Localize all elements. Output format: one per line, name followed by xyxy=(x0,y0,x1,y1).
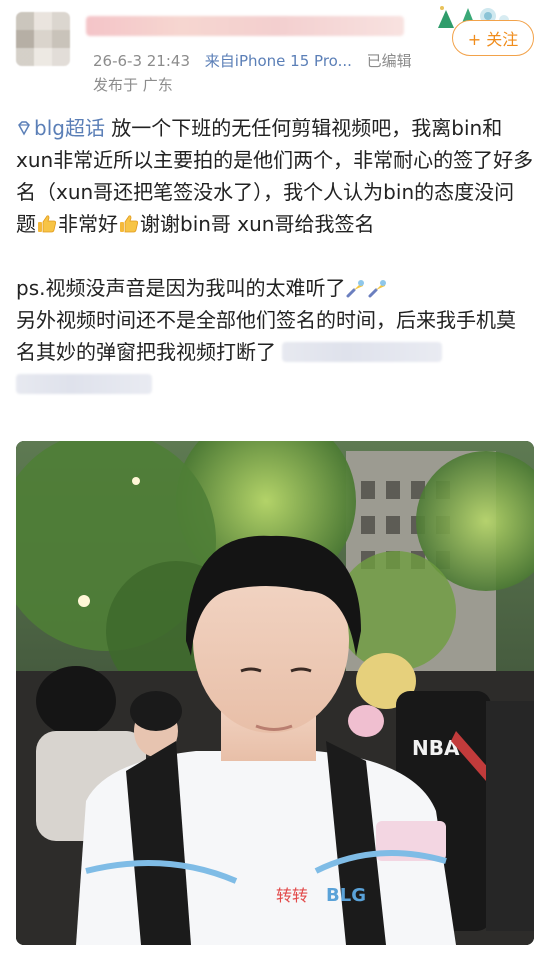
sweat-drop-icon xyxy=(368,280,387,298)
post-text-2: 非常好 xyxy=(58,212,118,236)
post-header: 26-6-3 21:43 来自iPhone 15 Pro... 已编辑 发布于 … xyxy=(0,0,550,100)
post-meta: 26-6-3 21:43 来自iPhone 15 Pro... 已编辑 xyxy=(93,50,422,71)
post-paragraph-1: blg超话 放一个下班的无任何剪辑视频吧，我离bin和xun非常近所以主要拍的是… xyxy=(16,112,534,240)
post-paragraph-2: ps.视频没声音是因为我叫的太难听了 xyxy=(16,272,534,304)
post-text-4: ps.视频没声音是因为我叫的太难听了 xyxy=(16,276,346,300)
thumbs-up-icon xyxy=(38,215,56,233)
blurred-link[interactable] xyxy=(16,374,152,394)
thumbs-up-icon xyxy=(120,215,138,233)
shirt-sponsor: 转转 xyxy=(276,886,308,905)
post-text-3: 谢谢bin哥 xun哥给我签名 xyxy=(140,212,375,236)
topic-tag-label[interactable]: blg超话 xyxy=(34,116,105,140)
post-body: blg超话 放一个下班的无任何剪辑视频吧，我离bin和xun非常近所以主要拍的是… xyxy=(16,112,534,400)
post-location: 发布于 广东 xyxy=(93,76,173,94)
edited-label[interactable]: 已编辑 xyxy=(367,52,412,70)
blurred-link[interactable] xyxy=(282,342,443,362)
photo-scene: NBA 转转 BLG xyxy=(16,441,534,945)
post-paragraph-4 xyxy=(16,368,534,400)
shirt-brand: BLG xyxy=(326,885,366,906)
post-timestamp: 26-6-3 21:43 xyxy=(93,52,190,70)
username-blurred[interactable] xyxy=(86,16,404,36)
avatar[interactable] xyxy=(16,12,70,66)
follow-button[interactable]: + 关注 xyxy=(452,20,534,56)
diamond-icon xyxy=(18,121,30,136)
post-photo[interactable]: NBA 转转 BLG xyxy=(16,441,534,945)
post-paragraph-3: 另外视频时间还不是全部他们签名的时间，后来我手机莫名其妙的弹窗把我视频打断了 xyxy=(16,304,534,368)
sweat-drop-icon xyxy=(346,280,365,298)
topic-tag-link[interactable]: blg超话 xyxy=(16,116,105,140)
post-device[interactable]: 来自iPhone 15 Pro... xyxy=(205,52,352,70)
